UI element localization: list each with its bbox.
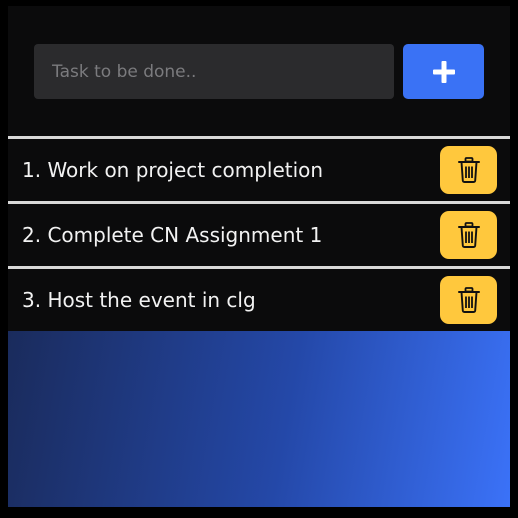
list-item: 2. Complete CN Assignment 1 [8, 201, 510, 266]
task-input[interactable] [34, 44, 394, 99]
task-list: 1. Work on project completion 2. Complet… [8, 136, 510, 331]
trash-icon [457, 222, 480, 248]
add-task-button[interactable] [403, 44, 484, 99]
background-gradient-panel [8, 331, 510, 507]
task-label: 3. Host the event in clg [22, 288, 256, 312]
task-label: 2. Complete CN Assignment 1 [22, 223, 323, 247]
delete-task-button[interactable] [440, 211, 497, 259]
list-item: 1. Work on project completion [8, 136, 510, 201]
plus-icon [432, 60, 455, 83]
trash-icon [457, 287, 480, 313]
list-item: 3. Host the event in clg [8, 266, 510, 331]
trash-icon [457, 157, 480, 183]
todo-app: 1. Work on project completion 2. Complet… [8, 6, 510, 507]
delete-task-button[interactable] [440, 146, 497, 194]
task-input-bar [8, 6, 510, 136]
window-frame: 1. Work on project completion 2. Complet… [0, 0, 518, 518]
task-label: 1. Work on project completion [22, 158, 324, 182]
delete-task-button[interactable] [440, 276, 497, 324]
